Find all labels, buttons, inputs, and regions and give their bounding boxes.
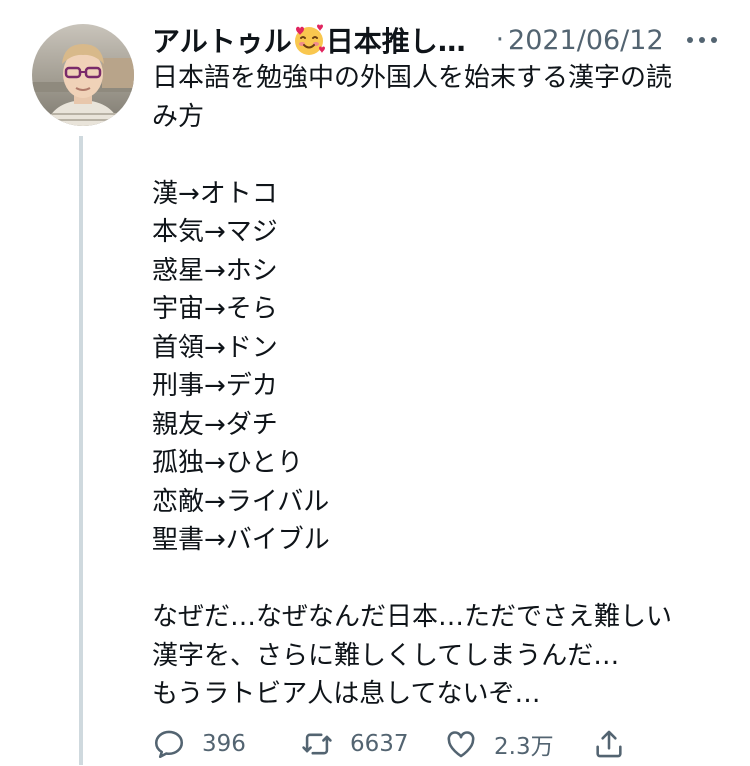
tweet-actions: 396 6637 2.3万 — [152, 722, 632, 766]
share-button[interactable] — [592, 722, 626, 766]
thread-connector-line — [79, 136, 83, 765]
retweet-button[interactable]: 6637 — [300, 722, 409, 766]
tweet-text-line: もうラトビア人は息してないぞ… — [152, 679, 541, 709]
like-count: 2.3万 — [494, 734, 554, 760]
more-dots-icon[interactable] — [682, 28, 722, 52]
retweet-icon — [302, 733, 332, 755]
tweet-text-line: 宇宙→そら — [152, 294, 278, 324]
tweet-text-line: 日本語を勉強中の外国人を始末する漢字の読 — [152, 63, 673, 93]
author-name[interactable]: アルトゥル — [152, 20, 292, 60]
tweet-text-line: 孤独→ひとり — [152, 448, 304, 478]
like-button[interactable]: 2.3万 — [444, 722, 554, 766]
tweet-text-line: 親友→ダチ — [152, 409, 278, 440]
tweet-text-line: 惑星→ホシ — [152, 255, 278, 286]
author-name-suffix[interactable]: 日本推し… — [326, 20, 466, 60]
tweet-text-line: 漢→オトコ — [152, 178, 278, 209]
tweet-text-line: 首領→ドン — [152, 332, 278, 363]
tweet-date[interactable]: 2021/06/12 — [508, 25, 664, 56]
smiling-face-with-hearts-icon — [292, 23, 326, 57]
tweet-text-line: 漢字を、さらに難しくしてしまうんだ… — [152, 640, 620, 671]
reply-icon — [154, 730, 184, 759]
share-icon — [596, 730, 622, 758]
tweet-text-line: なぜだ…なぜなんだ日本…ただでさえ難しい — [152, 602, 673, 632]
tweet-text-line: 刑事→デカ — [152, 371, 278, 401]
date-separator: · — [495, 25, 505, 55]
tweet-text-line: 本気→マジ — [152, 217, 278, 247]
heart-icon — [447, 731, 475, 758]
avatar[interactable] — [32, 24, 134, 126]
retweet-count: 6637 — [350, 731, 409, 757]
reply-button[interactable]: 396 — [152, 722, 246, 766]
tweet-header: アルトゥル 日本推し… · 2021/06/12 — [152, 18, 722, 62]
tweet-text-line: 恋敵→ライバル — [152, 486, 330, 517]
avatar-image — [32, 24, 134, 126]
reply-count: 396 — [202, 731, 246, 757]
tweet-text-line: 聖書→バイブル — [152, 525, 330, 555]
tweet-text: 日本語を勉強中の外国人を始末する漢字の読 み方漢→オトコ本気→マジ惑星→ホシ宇宙→… — [152, 59, 732, 714]
tweet-text-line: み方 — [152, 101, 205, 132]
